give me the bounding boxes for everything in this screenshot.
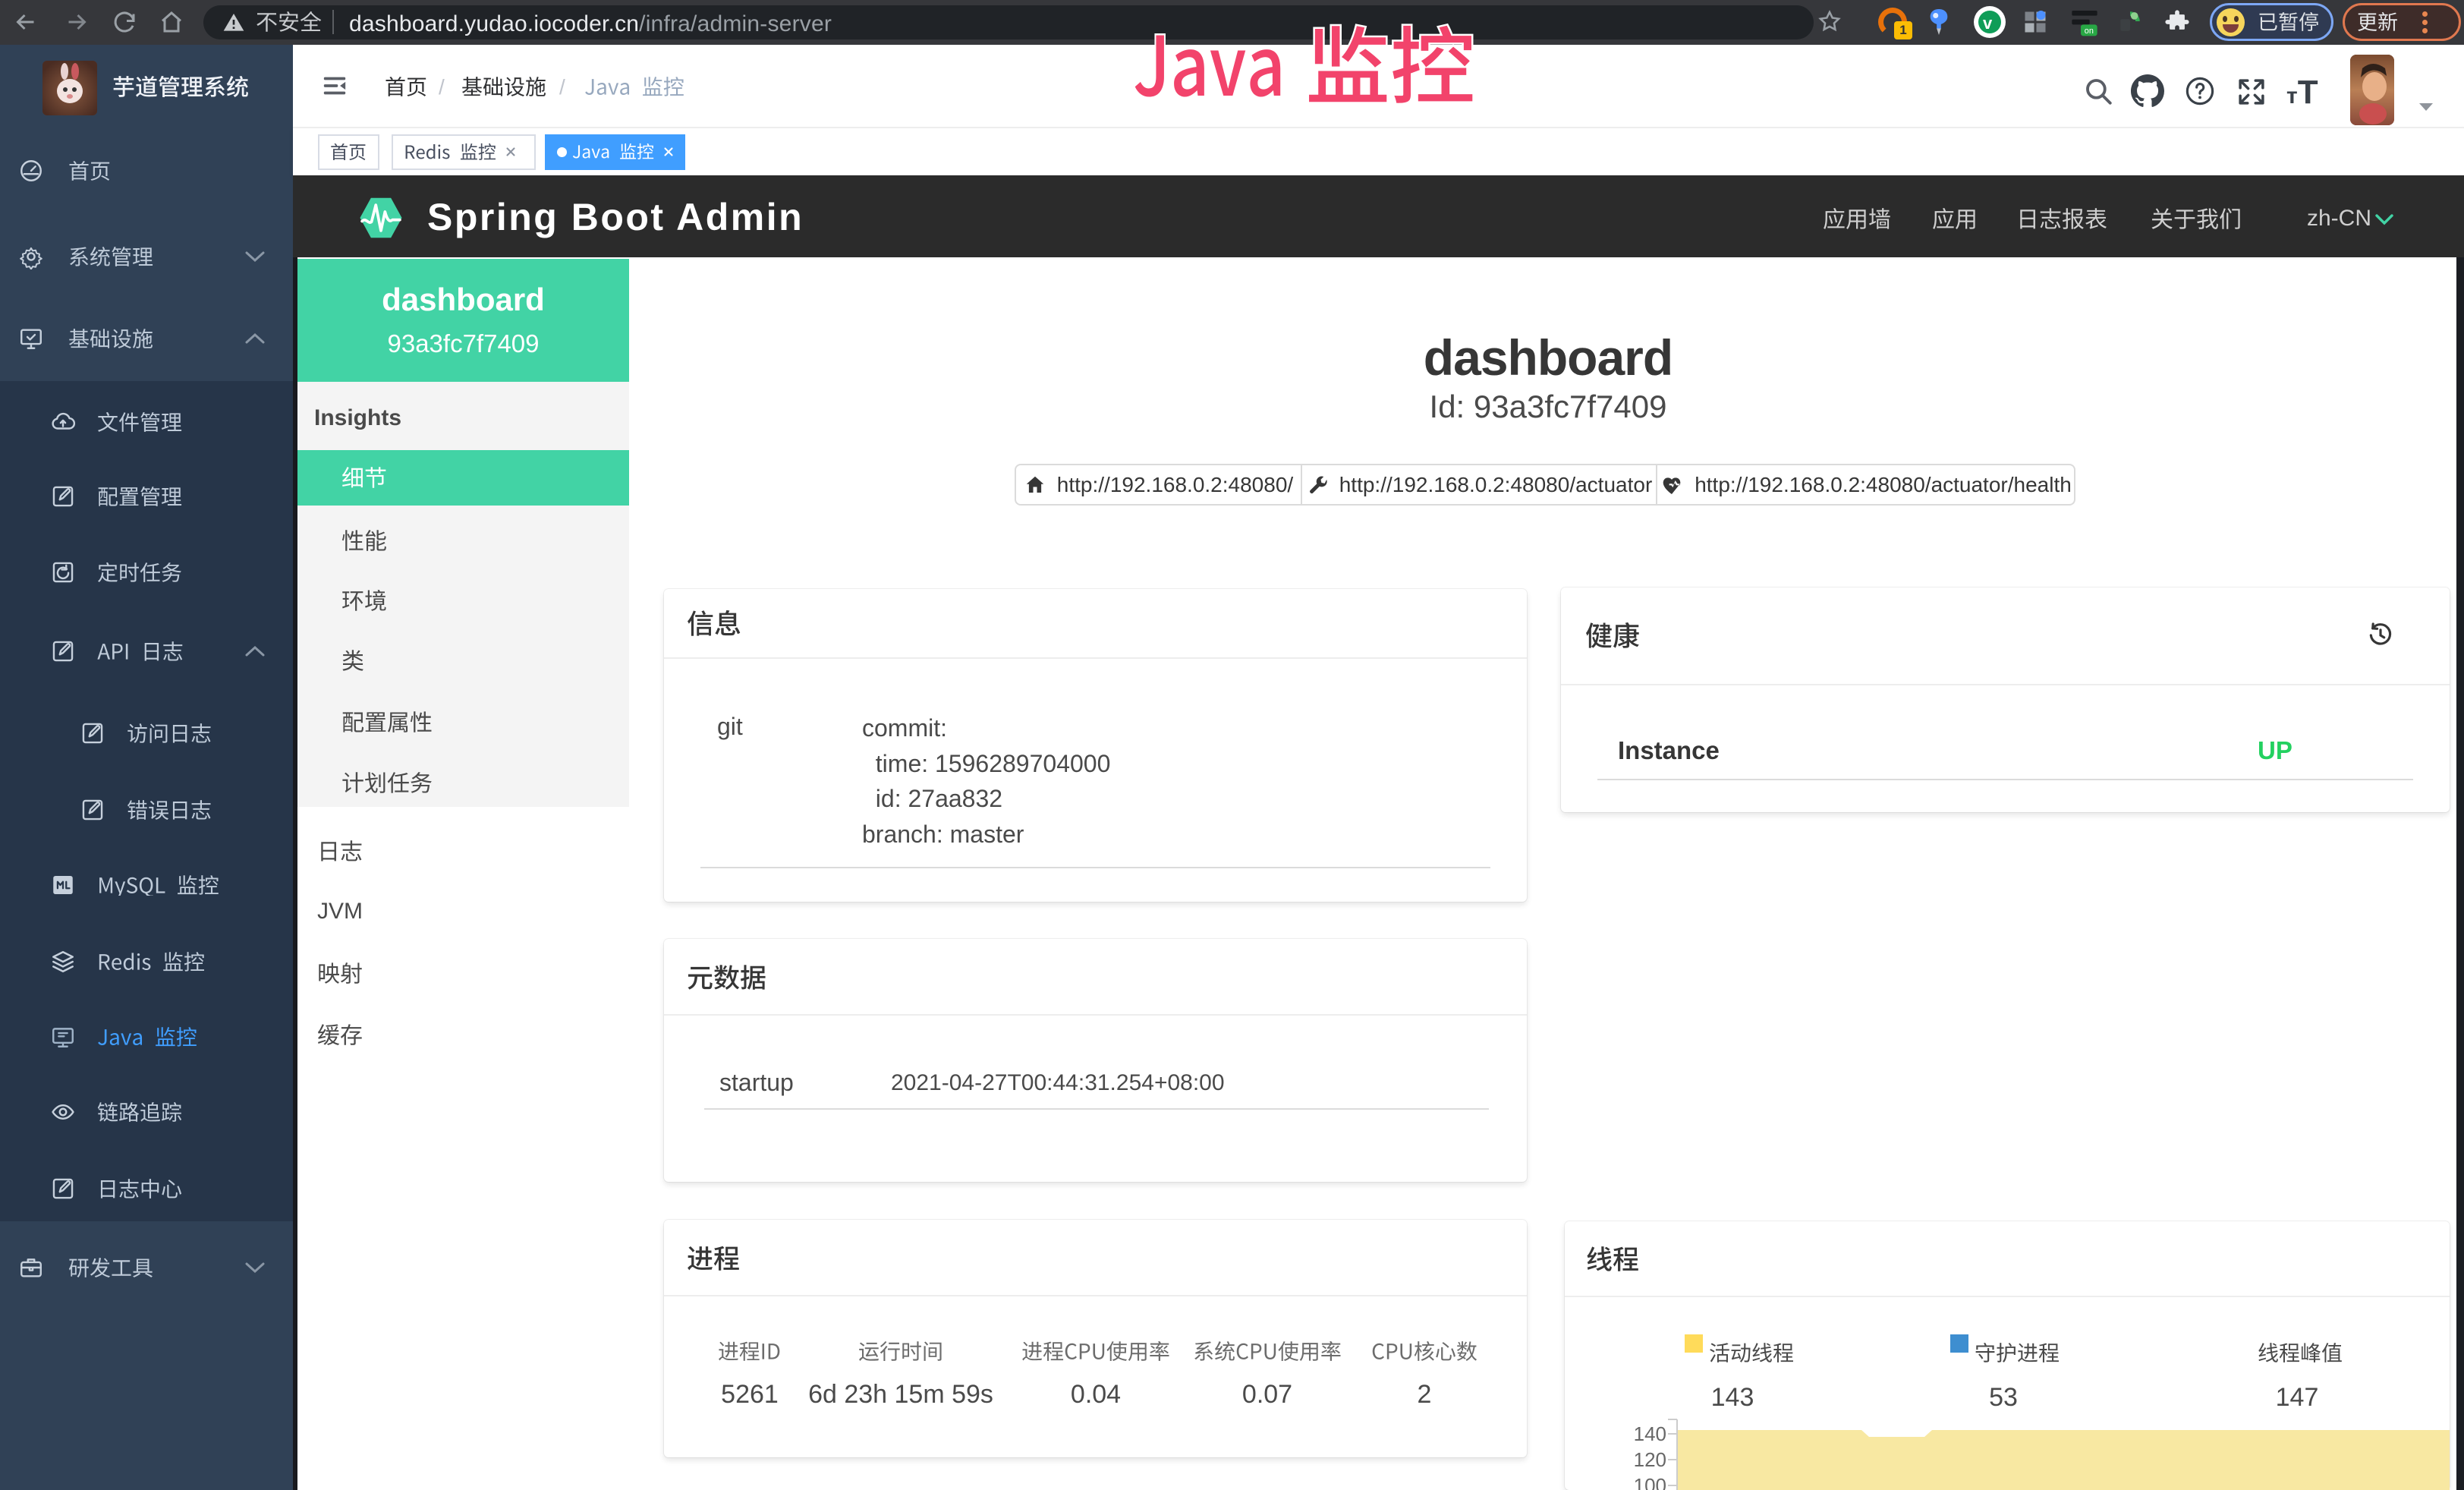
svg-text:on: on xyxy=(2085,27,2094,36)
